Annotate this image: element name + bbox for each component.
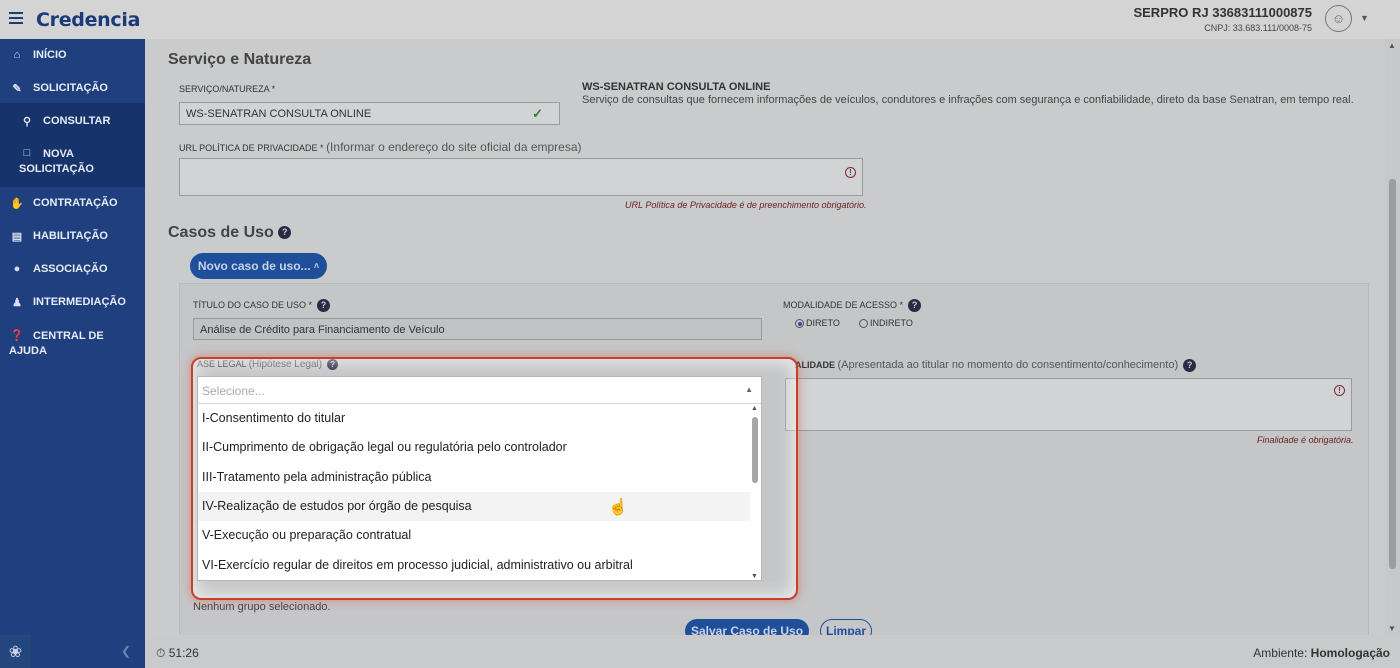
help-icon[interactable]: ? — [1183, 359, 1197, 373]
base-legal-select[interactable]: Selecione... ▲ — [198, 377, 761, 404]
sidebar-item-inicio[interactable]: ⌂ INÍCIO — [0, 49, 145, 61]
servico-input[interactable]: WS-SENATRAN CONSULTA ONLINE ✓ — [179, 102, 560, 125]
sidebar-item-label: NOVA SOLICITAÇÃO — [19, 148, 94, 175]
user-avatar-icon[interactable]: ☺ — [1325, 5, 1352, 32]
servico-label: SERVIÇO/NATUREZA * — [179, 84, 276, 94]
id-card-icon: ▤ — [11, 231, 23, 243]
sidebar-item-label: CONTRATAÇÃO — [33, 197, 118, 209]
servico-desc-text: Serviço de consultas que fornecem inform… — [582, 94, 1354, 106]
app-logo[interactable]: Credencia — [36, 9, 140, 31]
footer-sidebar: ❀ ❮ — [0, 635, 145, 668]
edit-icon: ✎ — [12, 83, 22, 95]
modalidade-label: MODALIDADE DE ACESSO * ? — [783, 299, 922, 312]
caret-up-icon: ▲ — [745, 385, 753, 394]
dropdown-scrollbar-thumb[interactable] — [752, 417, 758, 483]
base-legal-dropdown[interactable]: Selecione... ▲ I-Consentimento do titula… — [197, 376, 762, 581]
dropdown-option-i[interactable]: I-Consentimento do titular — [198, 404, 750, 433]
dropdown-option-iv[interactable]: IV-Realização de estudos por órgão de pe… — [198, 492, 750, 521]
dropdown-option-ii[interactable]: II-Cumprimento de obrigação legal ou reg… — [198, 433, 750, 462]
titulo-label: TÍTULO DO CASO DE USO * ? — [193, 299, 331, 312]
dropdown-option-iii[interactable]: III-Tratamento pela administração públic… — [198, 463, 750, 492]
page-scrollbar[interactable]: ▲ ▼ — [1385, 39, 1400, 635]
org-cnpj: CNPJ: 33.683.111/0008-75 — [1204, 23, 1312, 33]
section-title-servico: Serviço e Natureza — [168, 51, 312, 68]
servico-desc-title: WS-SENATRAN CONSULTA ONLINE — [582, 81, 771, 93]
sidebar-item-label: INTERMEDIAÇÃO — [33, 296, 126, 308]
scrollbar-thumb[interactable] — [1389, 179, 1396, 569]
url-error: URL Política de Privacidade é de preench… — [625, 200, 867, 210]
session-timer: ⏱ 51:26 — [156, 646, 199, 660]
help-icon[interactable]: ? — [908, 299, 922, 312]
footer: ❀ ❮ ⏱ 51:26 Ambiente: Homologação — [0, 635, 1400, 668]
chevron-up-icon[interactable]: ▲ — [751, 405, 758, 412]
dropdown-option-vi[interactable]: VI-Exercício regular de direitos em proc… — [198, 551, 750, 579]
new-use-case-button[interactable]: Novo caso de uso... ˄ — [190, 253, 327, 279]
hamburger-menu-icon[interactable] — [9, 12, 23, 24]
finalidade-error: Finalidade é obrigatória. — [1257, 435, 1354, 445]
sidebar-submenu: ⚲ CONSULTAR □ NOVA SOLICITAÇÃO — [0, 103, 145, 187]
sidebar-item-consultar[interactable]: ⚲ CONSULTAR — [0, 115, 145, 128]
sidebar-item-label: INÍCIO — [33, 49, 67, 61]
clear-button[interactable]: Limpar — [820, 619, 872, 635]
finalidade-label: ALIDADE (Apresentada ao titular no momen… — [795, 359, 1197, 373]
sidebar-item-label: CENTRAL DE AJUDA — [9, 330, 104, 357]
sidebar-item-label: SOLICITAÇÃO — [33, 82, 108, 94]
help-icon[interactable]: ? — [278, 226, 292, 240]
radio-direto[interactable]: DIRETO — [795, 318, 840, 329]
section-title-casos: Casos de Uso ? — [168, 224, 292, 242]
warning-icon: ! — [1334, 385, 1345, 396]
chevron-down-icon[interactable]: ▼ — [751, 573, 758, 580]
sidebar-item-solicitacao[interactable]: ✎ SOLICITAÇÃO — [0, 82, 145, 95]
sidebar-item-central-de-ajuda[interactable]: ❓ CENTRAL DE AJUDA — [0, 329, 145, 359]
sidebar-item-intermediacao[interactable]: ♟ INTERMEDIAÇÃO — [0, 296, 145, 309]
warning-icon: ! — [845, 167, 856, 178]
dropdown-scrollbar[interactable]: ▲ ▼ — [750, 405, 760, 580]
help-icon[interactable]: ? — [317, 299, 331, 312]
hand-cursor-icon: ☝ — [608, 499, 628, 516]
finalidade-input[interactable]: ! — [785, 378, 1352, 431]
chevron-up-icon: ˄ — [313, 261, 320, 271]
check-icon: ✓ — [532, 106, 543, 121]
sidebar-item-contratacao[interactable]: ✋ CONTRATAÇÃO — [0, 197, 145, 210]
sidebar-item-nova-solicitacao[interactable]: □ NOVA SOLICITAÇÃO — [0, 147, 145, 177]
chevron-down-icon[interactable]: ▼ — [1388, 624, 1396, 633]
chevron-up-icon[interactable]: ▲ — [1388, 41, 1396, 50]
top-bar: Credencia SERPRO RJ 33683111000875 CNPJ:… — [0, 0, 1400, 39]
org-name: SERPRO RJ 33683111000875 — [1133, 5, 1312, 20]
sidebar-item-label: HABILITAÇÃO — [33, 230, 108, 242]
radio-indireto[interactable]: INDIRETO — [859, 318, 913, 329]
help-icon: ❓ — [10, 330, 24, 342]
url-label: URL POLÍTICA DE PRIVACIDADE * (Informar … — [179, 140, 582, 154]
chevron-down-icon[interactable]: ▼ — [1360, 13, 1369, 23]
sidebar-item-associacao[interactable]: ● ASSOCIAÇÃO — [0, 263, 145, 275]
grupo-status: Nenhum grupo selecionado. — [193, 601, 331, 613]
sidebar: ⌂ INÍCIO ✎ SOLICITAÇÃO ⚲ CONSULTAR □ NOV… — [0, 39, 145, 635]
environment-label: Ambiente: Homologação — [1253, 646, 1390, 660]
home-icon: ⌂ — [13, 49, 21, 61]
sidebar-item-label: CONSULTAR — [43, 115, 111, 127]
titulo-input[interactable]: Análise de Crédito para Financiamento de… — [193, 318, 762, 340]
save-use-case-button[interactable]: Salvar Caso de Uso — [685, 619, 809, 635]
handshake-icon: ✋ — [10, 198, 24, 210]
search-icon: ⚲ — [22, 116, 32, 128]
cookie-icon[interactable]: ❀ — [0, 635, 31, 668]
dropdown-option-v[interactable]: V-Execução ou preparação contratual — [198, 521, 750, 550]
clock-icon: ⏱ — [156, 646, 166, 660]
person-icon: ♟ — [12, 297, 22, 309]
sidebar-item-habilitacao[interactable]: ▤ HABILITAÇÃO — [0, 230, 145, 243]
sidebar-item-label: ASSOCIAÇÃO — [33, 263, 108, 275]
chevron-left-icon[interactable]: ❮ — [121, 644, 131, 658]
url-input[interactable]: ! — [179, 158, 863, 196]
users-icon: ● — [13, 263, 21, 275]
